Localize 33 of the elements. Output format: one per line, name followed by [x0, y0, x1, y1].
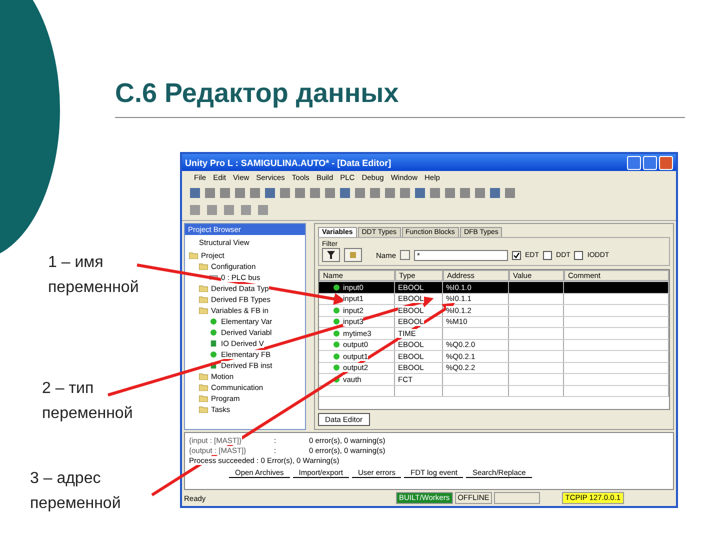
callout-label: переменной: [48, 278, 139, 298]
checkbox[interactable]: [543, 250, 552, 260]
checkbox[interactable]: [574, 250, 584, 260]
dot-icon: [333, 341, 340, 348]
dot-icon: [333, 330, 340, 337]
status-field: [494, 492, 540, 504]
dot-icon: [209, 329, 218, 336]
options-icon: [349, 251, 357, 259]
filter-icon: [327, 251, 335, 259]
block-icon: [209, 362, 218, 369]
dot-icon: [209, 351, 218, 358]
slide-title: С.6 Редактор данных: [115, 78, 685, 118]
dot-icon: [333, 284, 340, 291]
window-title: Unity Pro L : SAMIGULINA.AUTO* - [Data Editor]: [185, 158, 392, 168]
block-icon: [209, 340, 218, 347]
maximize-button[interactable]: [643, 156, 657, 170]
dropdown-button[interactable]: [400, 250, 410, 260]
dot-icon: [333, 364, 340, 372]
callout-label: переменной: [30, 494, 121, 514]
callout-label: 3 – адрес: [30, 469, 101, 489]
checkbox[interactable]: [512, 250, 522, 260]
callout-label: 1 – имя: [48, 253, 104, 273]
dot-icon: [333, 376, 340, 383]
filter-button[interactable]: [322, 248, 340, 262]
dot-icon: [333, 306, 340, 314]
callout-label: переменной: [42, 404, 133, 424]
filter-options-button[interactable]: [344, 248, 362, 262]
dot-icon: [333, 352, 340, 360]
minimize-button[interactable]: [627, 156, 641, 170]
dot-icon: [209, 318, 218, 325]
dot-icon: [333, 318, 340, 326]
close-button[interactable]: [659, 156, 673, 170]
callout-label: 2 – тип: [42, 379, 94, 399]
